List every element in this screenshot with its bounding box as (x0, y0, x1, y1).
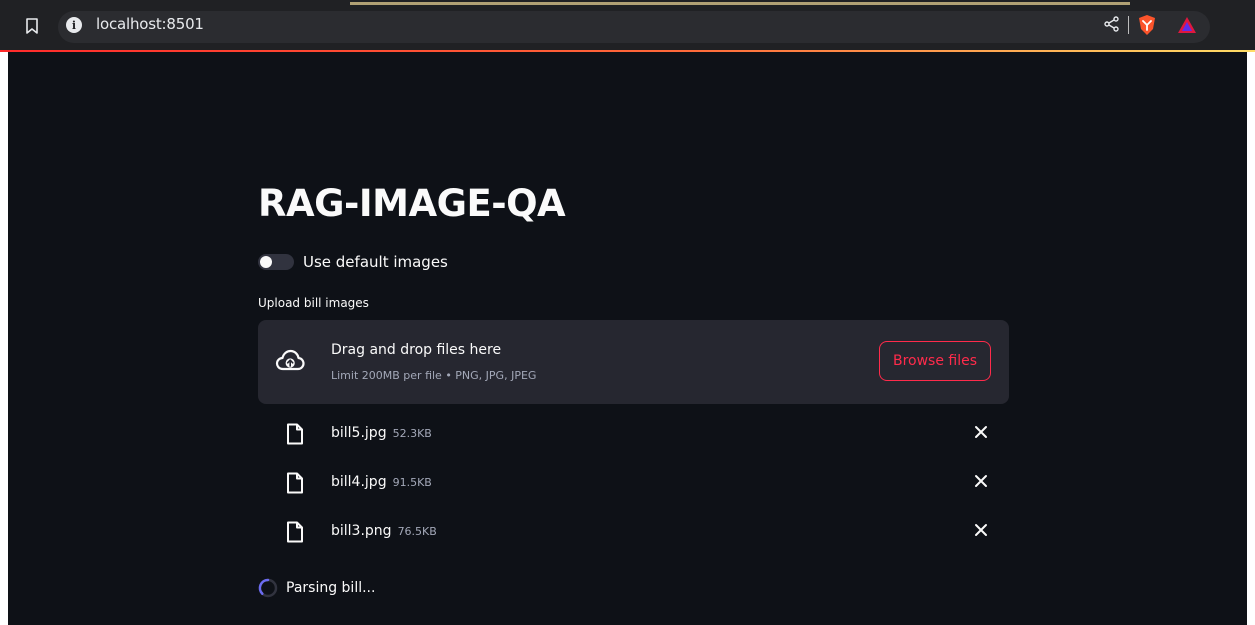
status-indicator: Parsing bill... (258, 578, 375, 598)
file-size: 91.5KB (392, 476, 432, 489)
file-name: bill5.jpg (331, 425, 387, 441)
close-icon[interactable] (974, 474, 988, 488)
file-size: 76.5KB (397, 525, 437, 538)
spinner-icon (258, 578, 278, 598)
toggle-switch[interactable] (258, 254, 294, 270)
url-text[interactable]: localhost:8501 (96, 15, 204, 33)
file-icon (287, 521, 303, 543)
file-size: 52.3KB (392, 427, 432, 440)
status-text: Parsing bill... (286, 580, 376, 596)
toolbar-divider (1128, 16, 1129, 34)
browser-toolbar: i localhost:8501 (0, 0, 1255, 52)
file-name: bill3.png (331, 523, 392, 539)
file-info: bill3.png 76.5KB (331, 523, 437, 539)
file-icon (287, 472, 303, 494)
file-icon (287, 423, 303, 445)
site-info-icon[interactable]: i (66, 17, 82, 33)
file-list-item: bill3.png 76.5KB (258, 518, 1009, 548)
file-info: bill4.jpg 91.5KB (331, 474, 432, 490)
dropzone-instructions: Drag and drop files here (331, 342, 502, 358)
close-icon[interactable] (974, 523, 988, 537)
app-main: RAG-IMAGE-QA Use default images Upload b… (8, 52, 1247, 625)
file-info: bill5.jpg 52.3KB (331, 425, 432, 441)
browse-files-button[interactable]: Browse files (879, 341, 991, 381)
brave-shields-icon[interactable] (1137, 14, 1157, 36)
file-list-item: bill5.jpg 52.3KB (258, 420, 1009, 450)
page-title: RAG-IMAGE-QA (258, 182, 566, 225)
uploader-label: Upload bill images (258, 296, 369, 310)
share-icon[interactable] (1103, 15, 1121, 33)
toggle-knob (260, 256, 272, 268)
file-name: bill4.jpg (331, 474, 387, 490)
dropzone-limit-text: Limit 200MB per file • PNG, JPG, JPEG (331, 369, 537, 382)
file-list-item: bill4.jpg 91.5KB (258, 469, 1009, 499)
window-accent (350, 2, 1130, 5)
toggle-label[interactable]: Use default images (303, 253, 448, 271)
address-bar[interactable] (58, 11, 1210, 43)
cloud-upload-icon (275, 349, 305, 371)
close-icon[interactable] (974, 425, 988, 439)
file-dropzone[interactable]: Drag and drop files here Limit 200MB per… (258, 320, 1009, 404)
brave-rewards-icon[interactable] (1177, 16, 1197, 34)
bookmark-icon[interactable] (24, 17, 40, 35)
default-images-toggle[interactable]: Use default images (258, 251, 448, 273)
